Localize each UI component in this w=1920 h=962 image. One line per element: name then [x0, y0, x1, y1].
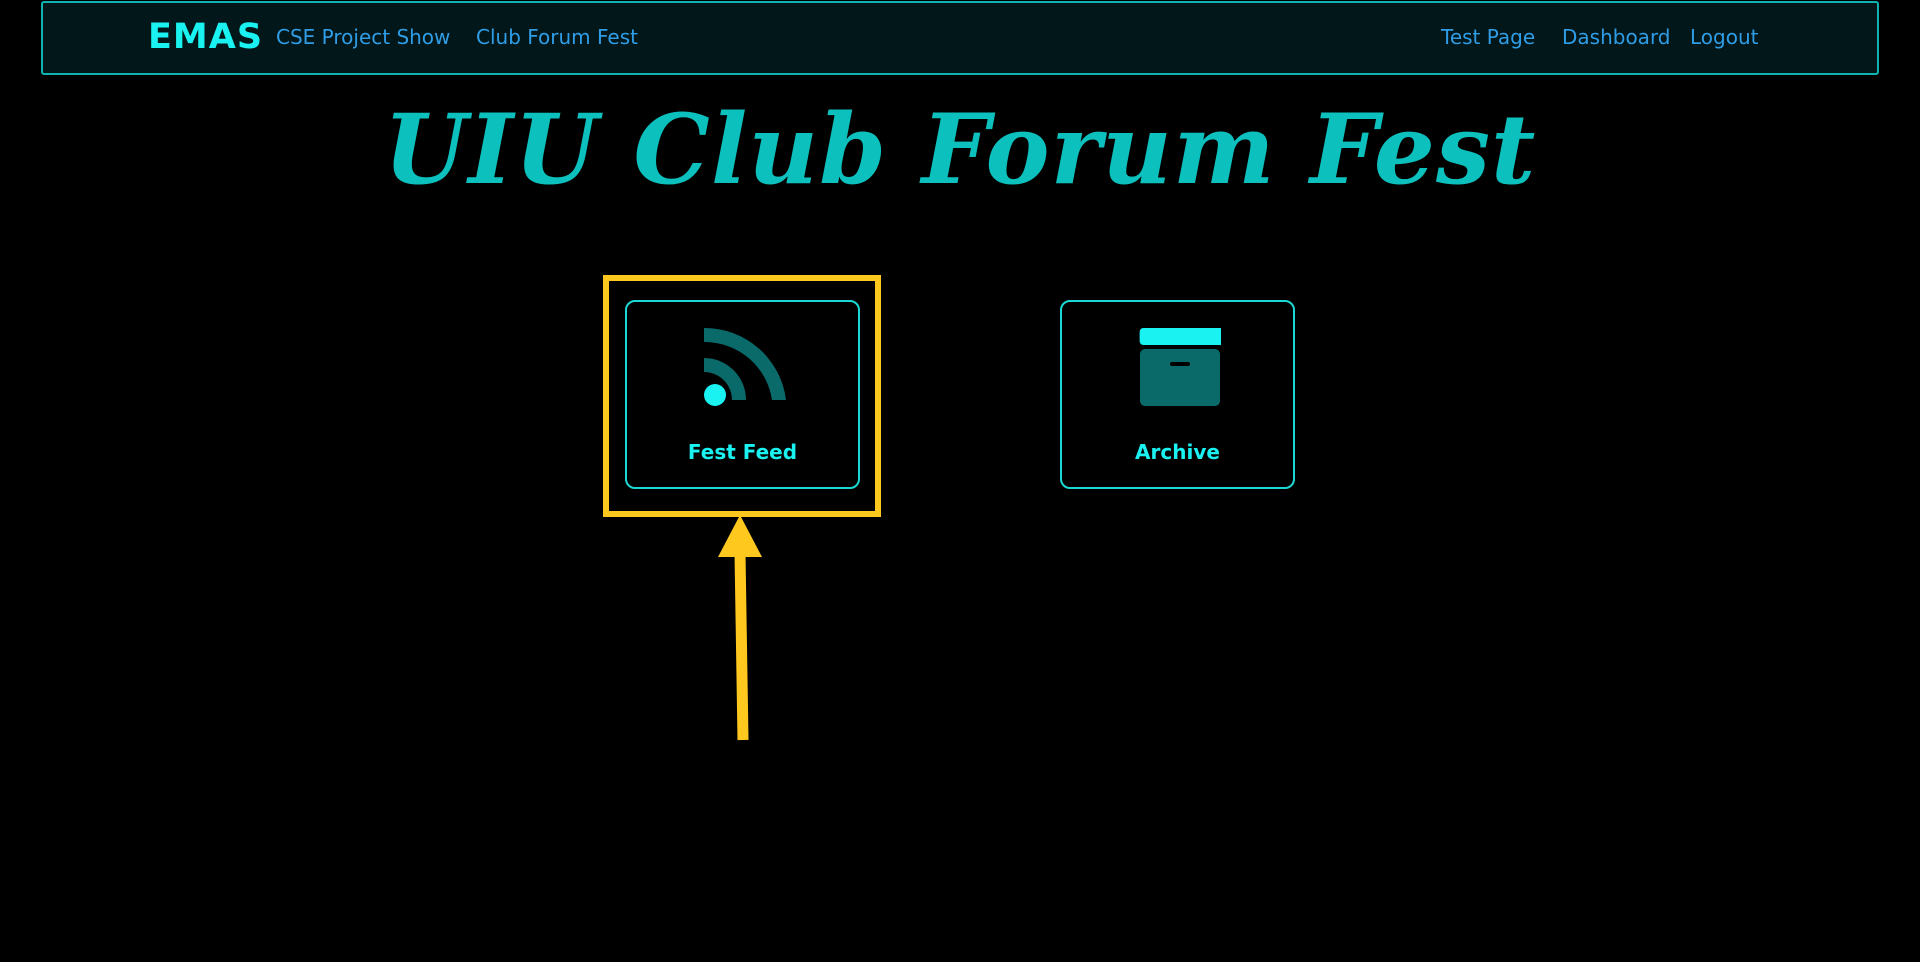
brand-logo[interactable]: EMAS	[148, 17, 263, 57]
nav-link-cse-project-show[interactable]: CSE Project Show	[276, 24, 450, 50]
annotation-arrow-icon	[718, 515, 762, 741]
nav-link-dashboard[interactable]: Dashboard	[1562, 24, 1671, 50]
nav-link-club-forum-fest[interactable]: Club Forum Fest	[476, 24, 638, 50]
archive-label: Archive	[1135, 440, 1220, 464]
nav-link-logout[interactable]: Logout	[1690, 24, 1758, 50]
archive-card[interactable]: Archive	[1060, 300, 1295, 489]
page-title: UIU Club Forum Fest	[383, 93, 1537, 206]
archive-box-icon	[1139, 328, 1221, 406]
top-navbar: EMAS CSE Project Show Club Forum Fest Te…	[41, 1, 1879, 75]
annotation-highlight-box	[603, 275, 881, 517]
nav-link-test-page[interactable]: Test Page	[1441, 24, 1535, 50]
